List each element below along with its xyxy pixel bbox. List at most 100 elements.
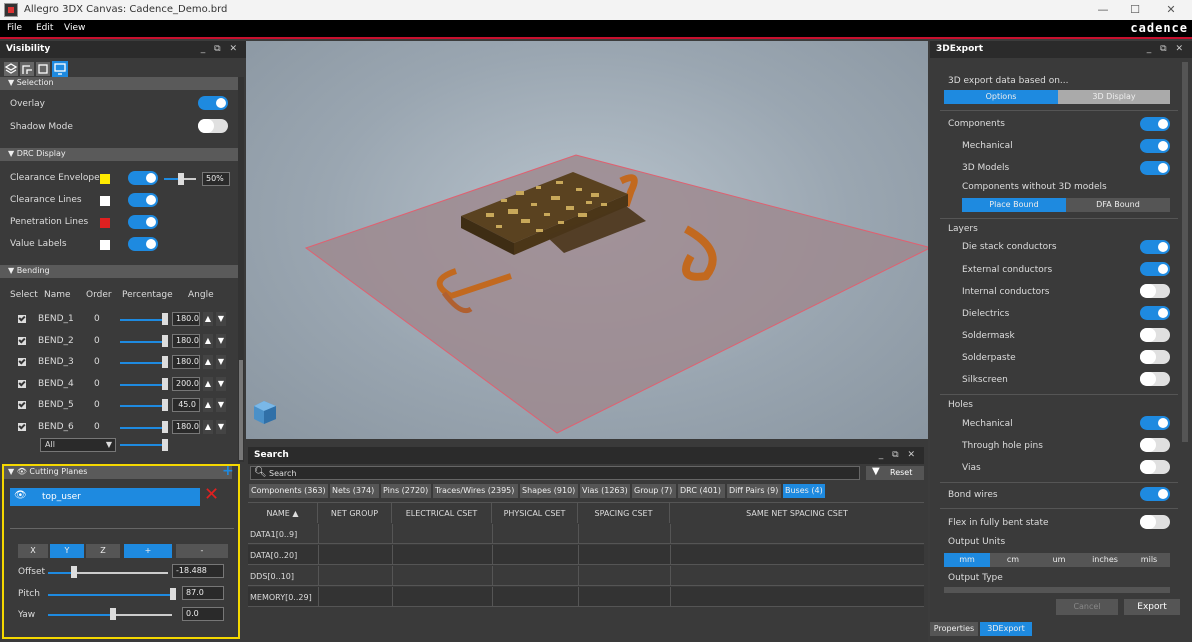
panel-controls[interactable]: _ ⧉ ✕ bbox=[201, 44, 240, 54]
offset-slider-track[interactable] bbox=[74, 572, 168, 574]
options-tab[interactable]: Options bbox=[944, 90, 1058, 104]
search-tab[interactable]: DRC (401) bbox=[678, 484, 725, 498]
bend-percentage-slider[interactable] bbox=[120, 427, 164, 429]
col-same-net-spacing-cset[interactable]: SAME NET SPACING CSET bbox=[670, 503, 924, 523]
bend-angle-input[interactable]: 180.0 bbox=[172, 355, 200, 370]
panel-controls[interactable]: _ ⧉ ✕ bbox=[1147, 44, 1186, 54]
components-toggle[interactable] bbox=[1140, 117, 1170, 131]
bend-angle-input[interactable]: 180.0 bbox=[172, 312, 200, 326]
clearance-envelopes-percent[interactable]: 50% bbox=[202, 172, 230, 186]
angle-down-icon[interactable]: ▼ bbox=[216, 420, 226, 434]
search-tab[interactable]: Traces/Wires (2395) bbox=[433, 484, 518, 498]
tab-properties[interactable]: Properties bbox=[930, 622, 978, 636]
unit-um-button[interactable]: um bbox=[1036, 553, 1082, 567]
direction-minus-button[interactable]: - bbox=[176, 544, 228, 558]
col-net-group[interactable]: NET GROUP bbox=[318, 503, 392, 523]
cutting-planes-header[interactable]: ▼ 👁 Cutting Planes bbox=[4, 466, 232, 479]
delete-plane-icon[interactable]: ✕ bbox=[204, 484, 219, 505]
clearance-envelopes-slider-knob[interactable] bbox=[178, 173, 184, 185]
overlay-toggle[interactable] bbox=[198, 96, 228, 110]
angle-down-icon[interactable]: ▼ bbox=[216, 355, 226, 370]
clearance-lines-swatch[interactable] bbox=[100, 196, 110, 206]
angle-down-icon[interactable]: ▼ bbox=[216, 376, 226, 391]
search-tab[interactable]: Group (7) bbox=[632, 484, 676, 498]
offset-slider-knob[interactable] bbox=[71, 566, 77, 578]
bend-angle-input[interactable]: 200.0 bbox=[172, 376, 200, 391]
table-row[interactable]: DATA[0..20] bbox=[248, 545, 924, 565]
bend-angle-input[interactable]: 180.0 bbox=[172, 420, 200, 434]
component-icon[interactable] bbox=[36, 62, 50, 76]
angle-up-icon[interactable]: ▲ bbox=[203, 355, 213, 370]
bend-slider-knob[interactable] bbox=[162, 313, 168, 325]
angle-down-icon[interactable]: ▼ bbox=[216, 333, 226, 348]
place-bound-button[interactable]: Place Bound bbox=[962, 198, 1066, 212]
bend-checkbox[interactable] bbox=[18, 336, 26, 345]
axis-z-button[interactable]: Z bbox=[86, 544, 120, 558]
through-hole-toggle[interactable] bbox=[1140, 438, 1170, 452]
bend-checkbox[interactable] bbox=[18, 379, 26, 388]
table-row[interactable]: DDS[0..10] bbox=[248, 566, 924, 586]
tab-3dexport[interactable]: 3DExport bbox=[980, 622, 1032, 636]
menu-view[interactable]: View bbox=[64, 23, 85, 33]
search-tab[interactable]: Diff Pairs (9) bbox=[727, 484, 781, 498]
mechanical-toggle[interactable] bbox=[1140, 139, 1170, 153]
soldermask-toggle[interactable] bbox=[1140, 328, 1170, 342]
search-tab[interactable]: Nets (374) bbox=[330, 484, 379, 498]
yaw-slider-knob[interactable] bbox=[110, 608, 116, 620]
solderpaste-toggle[interactable] bbox=[1140, 350, 1170, 364]
close-window-button[interactable]: ✕ bbox=[1156, 2, 1186, 18]
holes-mechanical-toggle[interactable] bbox=[1140, 416, 1170, 430]
bend-percentage-slider[interactable] bbox=[120, 319, 164, 321]
search-tab[interactable]: Components (363) bbox=[249, 484, 328, 498]
minimize-button[interactable]: — bbox=[1088, 2, 1118, 18]
penetration-lines-swatch[interactable] bbox=[100, 218, 110, 228]
angle-up-icon[interactable]: ▲ bbox=[203, 312, 213, 326]
angle-up-icon[interactable]: ▲ bbox=[203, 398, 213, 413]
bend-checkbox[interactable] bbox=[18, 401, 26, 410]
clearance-envelopes-toggle[interactable] bbox=[128, 171, 158, 185]
axis-x-button[interactable]: X bbox=[18, 544, 48, 558]
bend-slider-knob[interactable] bbox=[162, 356, 168, 369]
shadow-mode-toggle[interactable] bbox=[198, 119, 228, 133]
reset-button[interactable]: ▼ Reset bbox=[866, 466, 924, 480]
search-tab[interactable]: Pins (2720) bbox=[381, 484, 431, 498]
angle-up-icon[interactable]: ▲ bbox=[203, 333, 213, 348]
bend-percentage-slider[interactable] bbox=[120, 383, 164, 386]
dfa-bound-button[interactable]: DFA Bound bbox=[1066, 198, 1170, 212]
silkscreen-toggle[interactable] bbox=[1140, 372, 1170, 386]
bend-slider-knob[interactable] bbox=[162, 377, 168, 390]
angle-down-icon[interactable]: ▼ bbox=[216, 398, 226, 413]
yaw-slider-track[interactable] bbox=[112, 614, 172, 616]
3d-viewport[interactable] bbox=[246, 41, 928, 439]
panel-controls[interactable]: _ ⧉ ✕ bbox=[879, 450, 918, 460]
penetration-lines-toggle[interactable] bbox=[128, 215, 158, 229]
drc-section-header[interactable]: ▼ DRC Display bbox=[0, 148, 238, 161]
unit-mm-button[interactable]: mm bbox=[944, 553, 990, 567]
bend-checkbox[interactable] bbox=[18, 315, 26, 323]
vias-toggle[interactable] bbox=[1140, 460, 1170, 474]
angle-up-icon[interactable]: ▲ bbox=[203, 376, 213, 391]
bend-all-slider[interactable] bbox=[120, 444, 164, 446]
axis-y-button[interactable]: Y bbox=[50, 544, 84, 558]
pitch-slider-knob[interactable] bbox=[170, 588, 176, 600]
table-row[interactable]: MEMORY[0..29] bbox=[248, 587, 924, 607]
search-tab[interactable]: Shapes (910) bbox=[520, 484, 578, 498]
export-button[interactable]: Export bbox=[1124, 599, 1180, 615]
bend-percentage-slider[interactable] bbox=[120, 340, 164, 343]
internal-conductors-toggle[interactable] bbox=[1140, 284, 1170, 298]
maximize-button[interactable]: ☐ bbox=[1120, 2, 1150, 18]
value-labels-toggle[interactable] bbox=[128, 237, 158, 251]
angle-down-icon[interactable]: ▼ bbox=[216, 312, 226, 326]
output-type-select[interactable] bbox=[944, 587, 1170, 593]
board-3d-view[interactable] bbox=[246, 41, 928, 439]
yaw-slider[interactable] bbox=[48, 614, 112, 616]
clearance-lines-toggle[interactable] bbox=[128, 193, 158, 207]
bend-slider-knob[interactable] bbox=[162, 421, 168, 433]
menu-file[interactable]: File bbox=[7, 23, 22, 33]
col-spacing-cset[interactable]: SPACING CSET bbox=[578, 503, 670, 523]
plane-item[interactable]: 👁 top_user bbox=[10, 488, 200, 506]
search-tab[interactable]: Buses (4) bbox=[783, 484, 825, 498]
bend-angle-input[interactable]: 45.0 bbox=[172, 398, 200, 413]
yaw-input[interactable]: 0.0 bbox=[182, 607, 224, 621]
3d-display-tab[interactable]: 3D Display bbox=[1058, 90, 1170, 104]
